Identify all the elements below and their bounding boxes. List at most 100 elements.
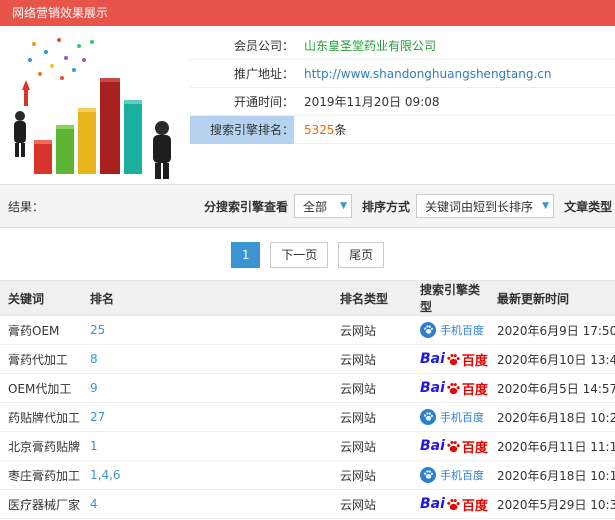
table-row: OEM代加工 9 云网站 Bai 百度 2020年6月5日 14:57 <box>0 373 615 403</box>
page-title: 网络营销效果展示 <box>12 6 109 20</box>
keyword-cell: 枣庄膏药加工 <box>0 460 82 490</box>
company-label: 会员公司： <box>233 39 294 53</box>
baidu-logo-en: Bai <box>420 380 445 396</box>
engine-type-cell: Bai 百度 <box>412 373 489 403</box>
titlebar: 网络营销效果展示 <box>0 0 615 26</box>
rank-cell: 25 <box>82 315 332 345</box>
open-time-label: 开通时间： <box>233 95 294 109</box>
result-label: 结果： <box>8 199 45 214</box>
table-row: 医疗器械厂家 4 云网站 Bai 百度 2020年5月29日 10:32 <box>0 489 615 519</box>
chevron-down-icon: ▼ <box>542 201 550 211</box>
rank-link[interactable]: 9 <box>90 381 98 395</box>
rank-type-cell: 云网站 <box>332 344 412 374</box>
updated-cell: 2020年6月18日 10:25 <box>489 402 615 432</box>
updated-cell: 2020年6月18日 10:19 <box>489 460 615 490</box>
rank-link[interactable]: 27 <box>90 410 105 424</box>
baidu-logo: Bai 百度 <box>420 379 488 398</box>
keyword-cell: 药贴牌代加工 <box>0 402 82 432</box>
baidu-logo-en: Bai <box>420 496 445 512</box>
table-row: 枣庄膏药加工 1,4,6 云网站 手机百度 2020年6月18日 10:19 <box>0 460 615 490</box>
rank-link[interactable]: 8 <box>90 352 98 366</box>
engine-rank-label: 搜索引擎排名： <box>190 116 294 144</box>
table-row: 膏药OEM 25 云网站 手机百度 2020年6月9日 17:50 <box>0 315 615 345</box>
col-rank-type: 排名类型 <box>332 280 412 316</box>
updated-cell: 2020年5月29日 10:32 <box>489 489 615 519</box>
baidu-logo-cn: 百度 <box>461 440 488 456</box>
table-row: 北京膏药贴牌 1 云网站 Bai 百度 2020年6月11日 11:18 <box>0 431 615 461</box>
table-body: 膏药OEM 25 云网站 手机百度 2020年6月9日 17:50 膏药代加工 … <box>0 315 615 520</box>
last-page-button[interactable]: 尾页 <box>338 242 385 268</box>
baidu-paw-icon <box>447 498 460 510</box>
promo-url-link[interactable]: http://www.shandonghuangshengtang.cn <box>304 67 551 81</box>
sort-filter-select[interactable]: 关键词由短到长排序 ▼ <box>416 194 555 218</box>
company-link[interactable]: 山东皇圣堂药业有限公司 <box>304 39 436 53</box>
rank-link[interactable]: 25 <box>90 323 105 337</box>
baidu-logo: Bai 百度 <box>420 350 488 369</box>
info-rows: 会员公司： 山东皇圣堂药业有限公司 推广地址： http://www.shandon… <box>190 26 615 144</box>
mobile-baidu-label: 手机百度 <box>440 410 484 424</box>
rank-cell: 4 <box>82 489 332 519</box>
baidu-logo-en: Bai <box>420 351 445 367</box>
table-header-row: 关键词 排名 排名类型 搜索引擎类型 最新更新时间 <box>0 280 615 316</box>
mobile-baidu-label: 手机百度 <box>440 468 484 482</box>
baidu-logo-cn: 百度 <box>461 498 488 514</box>
engine-type-cell: Bai 百度 <box>412 489 489 519</box>
open-time-value: 2019年11月20日 09:08 <box>304 95 440 109</box>
baidu-logo: Bai 百度 <box>420 495 488 514</box>
rank-cell: 1 <box>82 431 332 461</box>
col-engine-type: 搜索引擎类型 <box>412 280 489 316</box>
baidu-paw-icon <box>420 408 436 425</box>
next-page-button[interactable]: 下一页 <box>270 242 329 268</box>
mobile-baidu-badge: 手机百度 <box>420 408 484 425</box>
engine-filter-label: 分搜索引擎查看 <box>204 199 289 214</box>
table-row: 药贴牌代加工 27 云网站 手机百度 2020年6月18日 10:25 <box>0 402 615 432</box>
keyword-cell: 北京膏药贴牌 <box>0 431 82 461</box>
rank-type-cell: 云网站 <box>332 315 412 345</box>
col-rank: 排名 <box>82 280 332 316</box>
pagination: 1 下一页 尾页 <box>0 228 615 280</box>
engine-type-cell: Bai 百度 <box>412 344 489 374</box>
rank-cell: 9 <box>82 373 332 403</box>
keyword-cell: OEM代加工 <box>0 373 82 403</box>
mobile-baidu-label: 手机百度 <box>440 323 484 337</box>
page-1-button[interactable]: 1 <box>230 242 261 268</box>
rank-link[interactable]: 1,4,6 <box>90 468 121 482</box>
baidu-paw-icon <box>420 321 436 338</box>
mobile-baidu-badge: 手机百度 <box>420 466 484 483</box>
rank-cell: 27 <box>82 402 332 432</box>
rank-type-cell: 云网站 <box>332 402 412 432</box>
mobile-baidu-badge: 手机百度 <box>420 321 484 338</box>
engine-rank-row: 搜索引擎排名： 5325条 <box>190 116 615 144</box>
company-row: 会员公司： 山东皇圣堂药业有限公司 <box>190 32 615 60</box>
open-time-row: 开通时间： 2019年11月20日 09:08 <box>190 88 615 116</box>
rank-link[interactable]: 1 <box>90 439 98 453</box>
rank-link[interactable]: 4 <box>90 497 98 511</box>
engine-rank-unit: 条 <box>334 123 347 137</box>
keyword-cell: 医疗器械厂家 <box>0 489 82 519</box>
rank-type-cell: 云网站 <box>332 431 412 461</box>
engine-type-cell: 手机百度 <box>412 315 489 345</box>
col-updated: 最新更新时间 <box>489 280 615 316</box>
rank-cell: 1,4,6 <box>82 460 332 490</box>
baidu-logo-cn: 百度 <box>461 353 488 369</box>
filter-controls: 分搜索引擎查看 全部 ▼ 排序方式 关键词由短到长排序 ▼ 文章类型 全部 ▼ … <box>194 193 615 219</box>
chevron-down-icon: ▼ <box>340 201 348 211</box>
chart-illustration <box>4 32 186 180</box>
rank-type-cell: 云网站 <box>332 460 412 490</box>
updated-cell: 2020年6月9日 17:50 <box>489 315 615 345</box>
engine-type-cell: 手机百度 <box>412 402 489 432</box>
baidu-paw-icon <box>447 353 460 365</box>
baidu-paw-icon <box>447 440 460 452</box>
updated-cell: 2020年6月11日 11:18 <box>489 431 615 461</box>
baidu-logo-en: Bai <box>420 438 445 454</box>
engine-filter-select[interactable]: 全部 ▼ <box>294 194 353 218</box>
keyword-cell: 膏药代加工 <box>0 344 82 374</box>
col-keyword: 关键词 <box>0 280 82 316</box>
engine-type-cell: 手机百度 <box>412 460 489 490</box>
engine-type-cell: Bai 百度 <box>412 431 489 461</box>
updated-cell: 2020年6月10日 13:40 <box>489 344 615 374</box>
engine-rank-count: 5325 <box>304 123 335 137</box>
engine-filter-value: 全部 <box>303 199 328 214</box>
promo-url-row: 推广地址： http://www.shandonghuangshengtang.c… <box>190 60 615 88</box>
sort-filter-value: 关键词由短到长排序 <box>425 199 534 214</box>
